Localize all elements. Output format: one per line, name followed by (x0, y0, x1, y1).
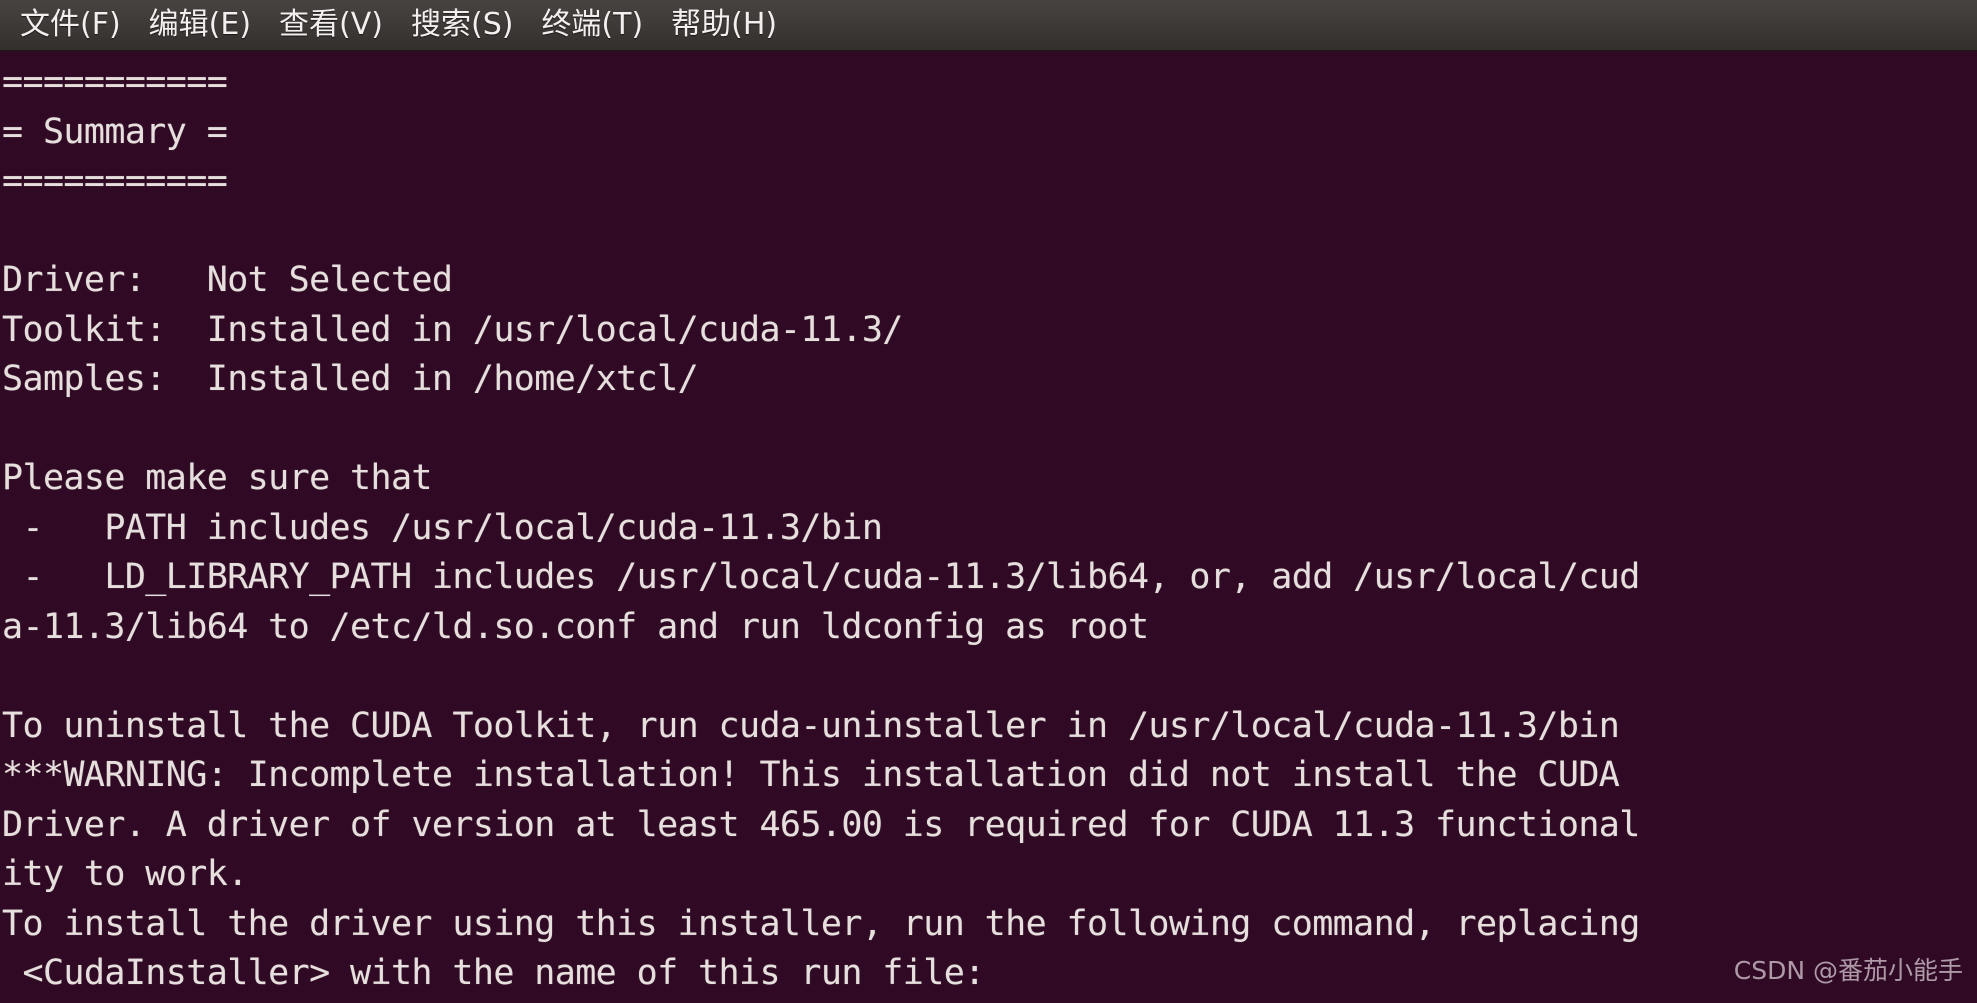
terminal-window: 文件(F) 编辑(E) 查看(V) 搜索(S) 终端(T) 帮助(H) ====… (0, 0, 1977, 1003)
terminal-line: Toolkit: Installed in /usr/local/cuda-11… (2, 309, 903, 350)
terminal-line: Please make sure that (2, 458, 433, 498)
terminal-line: Driver: Not Selected (2, 260, 453, 300)
terminal-line: - LD_LIBRARY_PATH includes /usr/local/cu… (2, 557, 1640, 597)
terminal-line: =========== (2, 161, 228, 201)
terminal-line: To install the driver using this install… (2, 903, 1640, 944)
menu-edit[interactable]: 编辑(E) (135, 6, 265, 44)
terminal-line: ity to work. (2, 854, 248, 894)
terminal-line: a-11.3/lib64 to /etc/ld.so.conf and run … (2, 606, 1149, 647)
terminal-line: To uninstall the CUDA Toolkit, run cuda-… (2, 705, 1620, 746)
menu-view[interactable]: 查看(V) (265, 6, 397, 44)
terminal-output[interactable]: =========== = Summary = =========== Driver… (0, 52, 1977, 1003)
menu-help[interactable]: 帮助(H) (657, 6, 791, 44)
terminal-line: <CudaInstaller> with the name of this ru… (2, 953, 985, 993)
terminal-line: Samples: Installed in /home/xtcl/ (2, 359, 699, 399)
terminal-line: - PATH includes /usr/local/cuda-11.3/bin (2, 507, 883, 548)
terminal-line: ***WARNING: Incomplete installation! Thi… (2, 755, 1620, 795)
terminal-line: = Summary = (2, 111, 228, 152)
menu-terminal[interactable]: 终端(T) (527, 6, 657, 44)
menu-search[interactable]: 搜索(S) (397, 6, 527, 44)
terminal-line: =========== (2, 62, 228, 102)
menu-file[interactable]: 文件(F) (6, 6, 135, 44)
terminal-line: Driver. A driver of version at least 465… (2, 804, 1640, 845)
menu-bar: 文件(F) 编辑(E) 查看(V) 搜索(S) 终端(T) 帮助(H) (0, 0, 1977, 52)
